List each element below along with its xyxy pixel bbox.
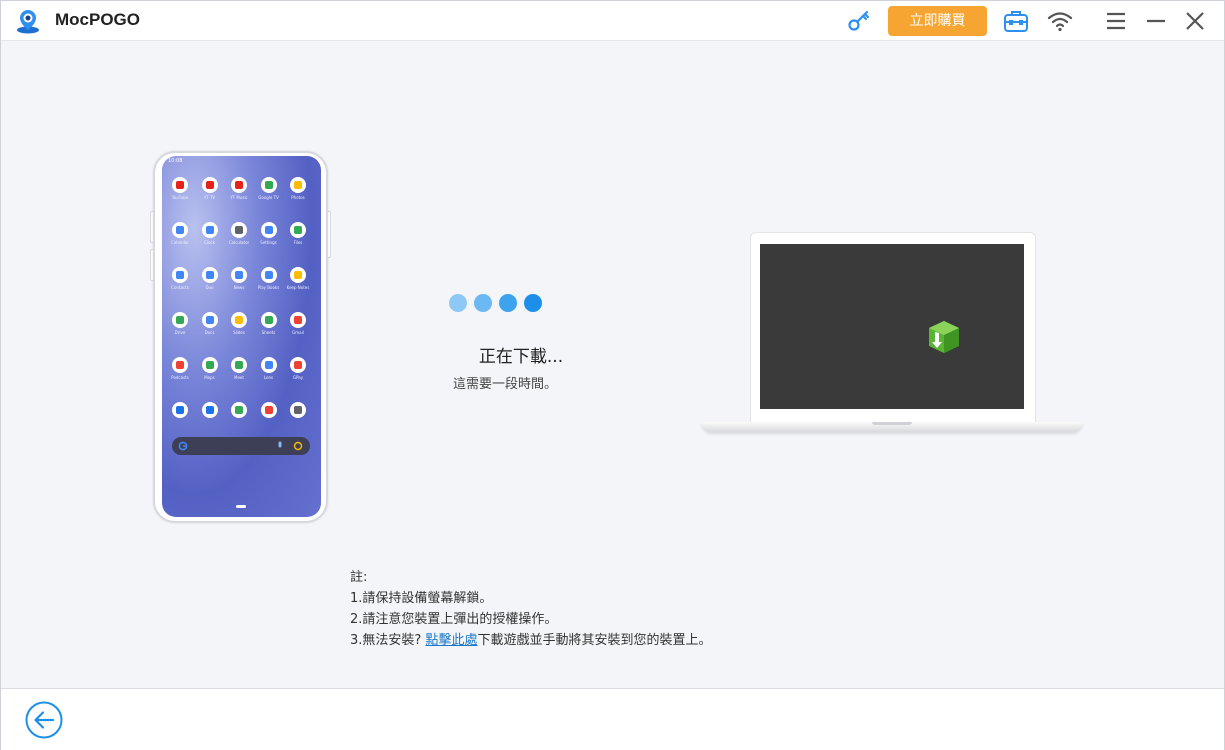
phone-app-label: Calculator	[228, 240, 250, 245]
loading-dot	[449, 294, 467, 312]
phone-app-icon: Photos	[286, 177, 310, 205]
phone-app-icon: News	[227, 267, 251, 295]
phone-app-icon: Sheets	[257, 312, 281, 340]
phone-app-icon	[286, 402, 310, 430]
phone-app-icon: YouTube	[168, 177, 192, 205]
phone-app-label: Lens	[263, 375, 274, 380]
phone-home-bar	[236, 505, 246, 508]
phone-illustration: 10:08 YouTube YT TV YT Music Google TV Photo…	[150, 151, 331, 523]
loading-dot	[474, 294, 492, 312]
phone-app-label: GPay	[292, 375, 304, 380]
close-icon[interactable]	[1184, 10, 1206, 32]
phone-app-label: Drive	[174, 330, 186, 335]
download-status-title: 正在下載...	[478, 347, 564, 367]
phone-app-label: Slides	[233, 330, 245, 335]
phone-app-icon: Drive	[168, 312, 192, 340]
phone-app-label: YT TV	[203, 195, 216, 200]
phone-app-icon: GPay	[286, 357, 310, 385]
loading-dot	[524, 294, 542, 312]
phone-app-icon: Clock	[198, 222, 222, 250]
phone-screen: 10:08 YouTube YT TV YT Music Google TV Photo…	[162, 156, 321, 517]
note-line-3: 3.無法安裝? 點擊此處下載遊戲並手動將其安裝到您的裝置上。	[350, 630, 711, 651]
download-status-subtitle: 這需要一段時間。	[452, 377, 557, 392]
note-line-2: 2.請注意您裝置上彈出的授權操作。	[350, 612, 558, 627]
phone-app-icon: Maps	[198, 357, 222, 385]
phone-app-icon: Meet	[227, 357, 251, 385]
phone-app-label: Meet	[234, 375, 244, 380]
phone-app-icon	[227, 402, 251, 430]
note-line-1: 1.請保持設備螢幕解鎖。	[350, 591, 493, 606]
phone-app-icon: Google TV	[257, 177, 281, 205]
back-arrow-icon[interactable]	[25, 701, 63, 739]
minimize-icon[interactable]	[1145, 11, 1167, 31]
laptop-notch	[872, 422, 912, 425]
wifi-icon[interactable]	[1047, 10, 1073, 32]
phone-app-label: Docs	[204, 330, 215, 335]
title-bar: MocPOGO 立即購買	[1, 1, 1224, 41]
phone-search-bar	[172, 437, 310, 455]
phone-app-label: YouTube	[171, 195, 189, 200]
phone-app-icon: Play Books	[257, 267, 281, 295]
phone-app-label: Contacts	[171, 285, 189, 290]
phone-app-icon: Settings	[257, 222, 281, 250]
key-icon[interactable]	[847, 9, 871, 33]
hamburger-menu-icon[interactable]	[1105, 11, 1127, 31]
phone-app-label: Calendar	[171, 240, 189, 245]
phone-app-label: News	[233, 285, 245, 290]
phone-app-icon: Calendar	[168, 222, 192, 250]
phone-app-label: YT Music	[230, 195, 248, 200]
phone-app-icon: Files	[286, 222, 310, 250]
toolbox-icon[interactable]	[1003, 9, 1029, 33]
phone-app-label: Maps	[204, 375, 215, 380]
lens-icon	[293, 441, 303, 451]
phone-app-label: Duo	[205, 285, 214, 290]
phone-app-label: Keep Notes	[286, 285, 310, 290]
phone-app-icon: Keep Notes	[286, 267, 310, 295]
phone-app-icon: Gmail	[286, 312, 310, 340]
phone-app-icon: Calculator	[227, 222, 251, 250]
notes-section: 註: 1.請保持設備螢幕解鎖。 2.請注意您裝置上彈出的授權操作。 3.無法安裝…	[350, 567, 711, 651]
phone-app-label: Google TV	[258, 195, 279, 200]
phone-app-label: Settings	[260, 240, 277, 245]
phone-app-label: Files	[293, 240, 303, 245]
package-download-icon	[929, 321, 959, 353]
phone-app-label: Gmail	[292, 330, 304, 335]
phone-app-icon: YT TV	[198, 177, 222, 205]
note-line-3-suffix: 下載遊戲並手動將其安裝到您的裝置上。	[477, 633, 712, 648]
note-line-3-prefix: 3.無法安裝?	[350, 633, 422, 648]
app-title: MocPOGO	[55, 10, 141, 29]
phone-app-icon: Duo	[198, 267, 222, 295]
mic-icon	[278, 441, 282, 448]
notes-heading: 註:	[350, 570, 368, 585]
phone-status-time: 10:08	[168, 158, 183, 164]
footer-bar	[1, 688, 1224, 750]
phone-app-icon: Contacts	[168, 267, 192, 295]
click-here-link[interactable]: 點擊此處	[425, 633, 477, 648]
phone-app-icon	[257, 402, 281, 430]
phone-app-label: Podcasts	[171, 375, 189, 380]
loading-dots	[449, 294, 549, 314]
phone-app-icon: Podcasts	[168, 357, 192, 385]
phone-app-icon: Docs	[198, 312, 222, 340]
phone-app-label: Sheets	[261, 330, 276, 335]
google-g-icon	[178, 441, 188, 451]
phone-app-icon: YT Music	[227, 177, 251, 205]
laptop-screen	[760, 244, 1024, 409]
phone-app-label: Play Books	[257, 285, 280, 290]
phone-app-icon	[198, 402, 222, 430]
phone-app-icon: Slides	[227, 312, 251, 340]
phone-app-label: Photos	[291, 195, 305, 200]
phone-app-icon	[168, 402, 192, 430]
phone-app-label: Clock	[204, 240, 215, 245]
buy-now-button[interactable]: 立即購買	[888, 6, 987, 36]
laptop-illustration	[702, 232, 1084, 437]
phone-app-icon: Lens	[257, 357, 281, 385]
loading-dot	[499, 294, 517, 312]
location-pin-logo-icon	[17, 10, 39, 34]
